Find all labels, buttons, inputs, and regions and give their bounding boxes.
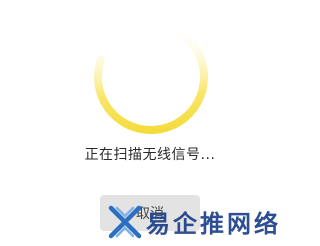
scan-dialog: 正在扫描无线信号... 取消 易企推网络 bbox=[0, 0, 300, 246]
loading-spinner-icon bbox=[94, 20, 208, 134]
scanning-status-text: 正在扫描无线信号... bbox=[84, 147, 216, 163]
cancel-button[interactable]: 取消 bbox=[100, 195, 200, 231]
